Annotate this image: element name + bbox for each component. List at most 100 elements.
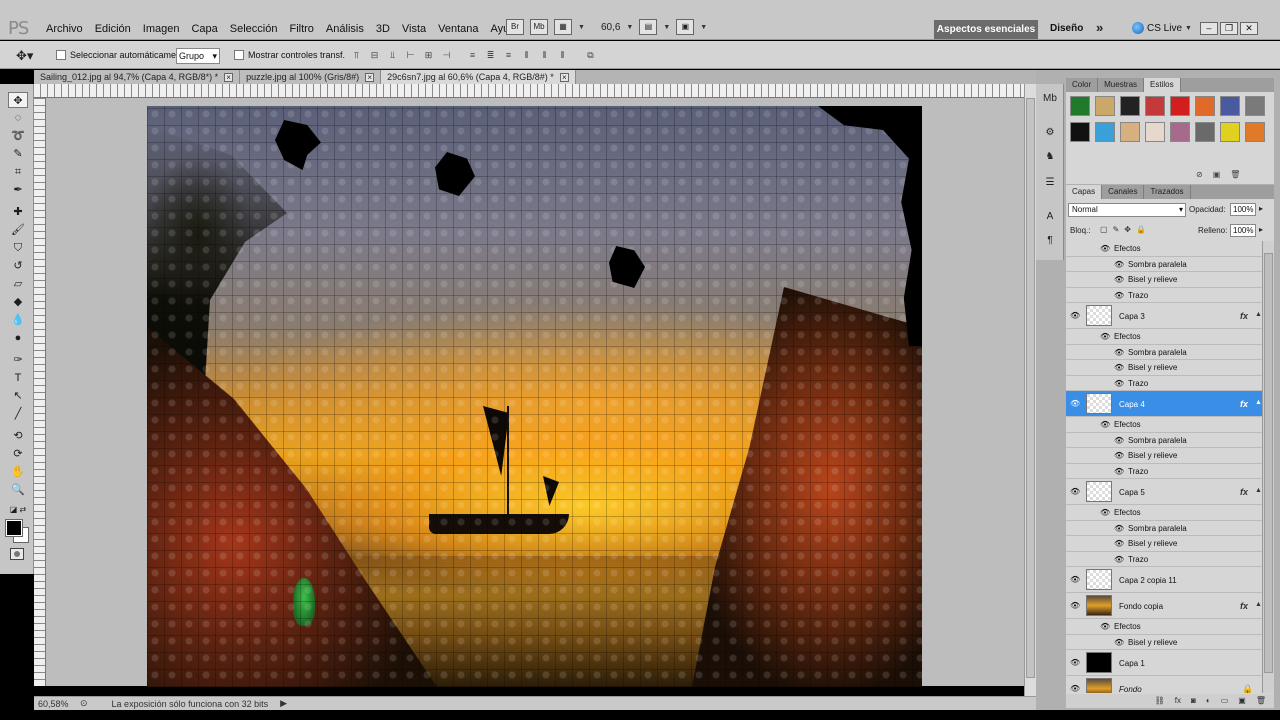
- visibility-eye-icon[interactable]: 👁: [1100, 420, 1110, 429]
- visibility-eye-icon[interactable]: 👁: [1100, 508, 1110, 517]
- visibility-eye-icon[interactable]: 👁: [1100, 622, 1110, 631]
- auto-select-checkbox[interactable]: Seleccionar automáticamente:: [56, 50, 191, 60]
- style-swatch[interactable]: [1095, 96, 1115, 116]
- menu-item[interactable]: 3D: [370, 23, 396, 35]
- layer-effects-header[interactable]: 👁 Efectos: [1066, 241, 1262, 257]
- visibility-eye-icon[interactable]: 👁: [1114, 451, 1124, 460]
- layer-effect-row[interactable]: 👁 Trazo: [1066, 288, 1262, 303]
- paragraph-panel-icon[interactable]: ¶: [1042, 234, 1058, 248]
- layer-fx-icon[interactable]: fx: [1240, 487, 1248, 497]
- layer-row[interactable]: 👁 Capa 4 fx ▲: [1066, 391, 1262, 417]
- zoom-tool-icon[interactable]: 🔍: [8, 482, 28, 498]
- layer-effect-row[interactable]: 👁 Sombra paralela: [1066, 521, 1262, 536]
- visibility-eye-icon[interactable]: 👁: [1114, 379, 1124, 388]
- new-adjustment-layer-icon[interactable]: ◐: [1206, 694, 1211, 708]
- character-panel-icon[interactable]: A: [1042, 210, 1058, 224]
- distribute-bottom-icon[interactable]: ≡: [502, 49, 515, 61]
- style-swatch[interactable]: [1070, 122, 1090, 142]
- align-left-edges-icon[interactable]: ⊢: [404, 49, 417, 61]
- layer-fx-icon[interactable]: fx: [1240, 601, 1248, 611]
- layer-effect-row[interactable]: 👁 Bisel y relieve: [1066, 635, 1262, 650]
- panel-tab[interactable]: Trazados: [1144, 185, 1191, 199]
- quick-selection-tool-icon[interactable]: ✎: [8, 146, 28, 162]
- visibility-eye-icon[interactable]: 👁: [1070, 487, 1080, 496]
- crop-tool-icon[interactable]: ⌗: [8, 164, 28, 180]
- visibility-eye-icon[interactable]: 👁: [1114, 436, 1124, 445]
- distribute-vcenter-icon[interactable]: ≣: [484, 49, 497, 61]
- mini-bridge-panel-icon[interactable]: Mb: [1042, 92, 1058, 106]
- style-swatch[interactable]: [1120, 96, 1140, 116]
- layer-effects-header[interactable]: 👁 Efectos: [1066, 619, 1262, 635]
- minimize-button[interactable]: –: [1200, 22, 1218, 35]
- visibility-eye-icon[interactable]: 👁: [1070, 601, 1080, 610]
- visibility-eye-icon[interactable]: 👁: [1114, 348, 1124, 357]
- workspace-design-button[interactable]: Diseño: [1050, 23, 1083, 34]
- layer-row[interactable]: 👁 Fondo 🔒: [1066, 676, 1262, 693]
- marquee-tool-icon[interactable]: ◌: [8, 110, 28, 126]
- layer-effect-row[interactable]: 👁 Trazo: [1066, 552, 1262, 567]
- canvas-vertical-scrollbar[interactable]: [1024, 84, 1036, 696]
- menu-item[interactable]: Ventana: [432, 23, 484, 35]
- 3d-rotate-tool-icon[interactable]: ⟲: [8, 428, 28, 444]
- new-style-icon[interactable]: ▣: [1213, 170, 1221, 179]
- status-menu-arrow-icon[interactable]: ▶: [280, 698, 287, 709]
- history-panel-icon[interactable]: ☰: [1042, 176, 1058, 190]
- scrollbar-thumb[interactable]: [1026, 98, 1035, 678]
- history-brush-tool-icon[interactable]: ↺: [8, 258, 28, 274]
- healing-brush-tool-icon[interactable]: ✚: [8, 204, 28, 220]
- chevron-down-icon[interactable]: ▼: [663, 24, 670, 31]
- layer-effect-row[interactable]: 👁 Bisel y relieve: [1066, 272, 1262, 288]
- lasso-tool-icon[interactable]: ➰: [8, 128, 28, 144]
- style-swatch[interactable]: [1195, 96, 1215, 116]
- mini-bridge-button[interactable]: Mb: [530, 19, 548, 35]
- paint-bucket-tool-icon[interactable]: ◆: [8, 294, 28, 310]
- layer-row[interactable]: 👁 Fondo copia fx ▲: [1066, 593, 1262, 619]
- layer-effect-row[interactable]: 👁 Sombra paralela: [1066, 257, 1262, 272]
- scrollbar-thumb[interactable]: [1264, 253, 1273, 673]
- new-group-icon[interactable]: ▭: [1221, 694, 1229, 708]
- close-tab-icon[interactable]: ×: [224, 72, 234, 82]
- align-bottom-edges-icon[interactable]: ⫫: [386, 49, 399, 61]
- layer-effect-row[interactable]: 👁 Trazo: [1066, 376, 1262, 391]
- distribute-top-icon[interactable]: ≡: [466, 49, 479, 61]
- add-mask-icon[interactable]: ◙: [1191, 694, 1196, 708]
- distribute-right-icon[interactable]: ⦀: [556, 49, 569, 61]
- document-tab[interactable]: Sailing_012.jpg al 94,7% (Capa 4, RGB/8*…: [34, 70, 241, 84]
- align-horizontal-centers-icon[interactable]: ⊞: [422, 49, 435, 61]
- menu-item[interactable]: Selección: [224, 23, 284, 35]
- visibility-eye-icon[interactable]: 👁: [1114, 467, 1124, 476]
- status-zoom[interactable]: 60,58%: [34, 699, 80, 709]
- menu-item[interactable]: Imagen: [137, 23, 186, 35]
- visibility-eye-icon[interactable]: 👁: [1070, 399, 1080, 408]
- layer-effects-header[interactable]: 👁 Efectos: [1066, 329, 1262, 345]
- distribute-hcenter-icon[interactable]: ⦀: [538, 49, 551, 61]
- fill-arrow-icon[interactable]: ▸: [1259, 225, 1263, 234]
- menu-item[interactable]: Capa: [185, 23, 223, 35]
- lock-all-icon[interactable]: 🔒: [1136, 225, 1146, 234]
- style-swatch[interactable]: [1220, 96, 1240, 116]
- delete-layer-icon[interactable]: 🗑: [1256, 694, 1266, 708]
- pen-tool-icon[interactable]: ✑: [8, 352, 28, 368]
- menu-item[interactable]: Edición: [89, 23, 137, 35]
- close-tab-icon[interactable]: ×: [365, 72, 375, 82]
- style-swatch[interactable]: [1145, 122, 1165, 142]
- collapse-effects-icon[interactable]: ▲: [1255, 601, 1262, 608]
- 3d-orbit-tool-icon[interactable]: ⟳: [8, 446, 28, 462]
- quick-mask-icon[interactable]: [10, 548, 24, 560]
- style-swatch[interactable]: [1145, 96, 1165, 116]
- style-swatch[interactable]: [1170, 122, 1190, 142]
- panel-tab[interactable]: Canales: [1102, 185, 1145, 199]
- layer-effects-header[interactable]: 👁 Efectos: [1066, 417, 1262, 433]
- visibility-eye-icon[interactable]: 👁: [1114, 260, 1124, 269]
- layer-effect-row[interactable]: 👁 Bisel y relieve: [1066, 448, 1262, 464]
- move-tool-icon[interactable]: ✥: [8, 92, 28, 108]
- document-tab[interactable]: puzzle.jpg al 100% (Gris/8#) ×: [240, 70, 382, 84]
- close-button[interactable]: ✕: [1240, 22, 1258, 35]
- chevron-down-icon[interactable]: ▼: [626, 24, 633, 31]
- opacity-field[interactable]: 100%: [1230, 203, 1256, 216]
- layer-effect-row[interactable]: 👁 Sombra paralela: [1066, 433, 1262, 448]
- zoom-level[interactable]: 60,6: [601, 22, 620, 33]
- screen-mode-button[interactable]: ▣: [676, 19, 695, 35]
- restore-button[interactable]: ❐: [1220, 22, 1238, 35]
- masks-panel-icon[interactable]: ♞: [1042, 150, 1058, 164]
